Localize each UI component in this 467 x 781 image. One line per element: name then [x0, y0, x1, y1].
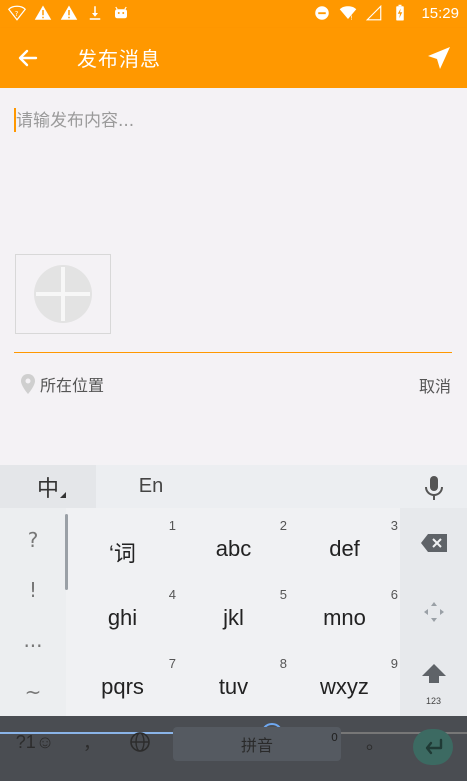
keyboard-toolbar: 中 En [0, 465, 467, 508]
key-number: 7 [168, 656, 176, 671]
soft-keyboard: 中 En ? ! ... ~ 1 ‘词 2 abc 3 def 4 ghi 5 jkl 6… [0, 465, 467, 781]
key-6[interactable]: 6 mno [289, 577, 400, 646]
input-divider [14, 352, 452, 353]
mode-chinese-label: 中 [36, 476, 59, 502]
key-number: 3 [390, 518, 398, 533]
post-content-input[interactable] [16, 106, 446, 136]
backspace-icon [420, 533, 447, 552]
arrow-up-icon [421, 663, 446, 683]
symbol-key[interactable]: ! [0, 578, 66, 602]
wifi-question-icon: ? [8, 5, 26, 21]
svg-text:?: ? [15, 10, 19, 18]
warning-icon [60, 5, 78, 20]
comma-key[interactable]: ， [72, 724, 112, 760]
symbol-key[interactable]: ~ [0, 680, 66, 704]
key-number: 6 [390, 587, 398, 602]
battery-charging-icon [396, 4, 405, 21]
key-number: 4 [168, 587, 176, 602]
symbols-emoji-key[interactable]: ?1☺ [10, 724, 60, 760]
location-label: 所在位置 [40, 376, 105, 395]
keyboard-bottom-row: ?1☺ ， 拼音 0 。 [0, 716, 467, 781]
key-label: tuv [218, 674, 249, 699]
space-key[interactable]: 拼音 [173, 727, 341, 761]
key-1[interactable]: 1 ‘词 [67, 508, 178, 577]
zero-label: 0 [331, 731, 338, 744]
key-label: pqrs [101, 674, 144, 699]
key-number: 1 [168, 518, 176, 533]
enter-icon [425, 738, 443, 755]
key-4[interactable]: 4 ghi [67, 577, 178, 646]
microphone-icon[interactable] [423, 475, 445, 501]
send-icon [428, 47, 450, 69]
location-pin-icon [21, 374, 35, 394]
t9-keypad: 1 ‘词 2 abc 3 def 4 ghi 5 jkl 6 mno 7 pqrs 8 tuv … [67, 508, 400, 716]
function-column: 123 [400, 508, 467, 716]
key-2[interactable]: 2 abc [178, 508, 289, 577]
symbol-column[interactable]: ? ! ... ~ [0, 508, 68, 716]
mode-dropdown-indicator [60, 492, 66, 498]
download-icon [89, 6, 101, 20]
enter-key[interactable] [413, 729, 453, 765]
compose-area: 所在位置 取消 [0, 88, 467, 465]
page-title: 发布消息 [77, 47, 161, 71]
cancel-location-button[interactable]: 取消 [419, 373, 451, 397]
cursor-move-key[interactable] [400, 577, 467, 646]
symbol-key[interactable]: ... [0, 628, 66, 652]
status-time: 15:29 [421, 4, 459, 22]
back-button[interactable] [12, 42, 44, 74]
mode-english-button[interactable]: En [96, 465, 206, 508]
add-image-button[interactable] [15, 254, 111, 334]
key-label: mno [323, 605, 366, 630]
do-not-disturb-icon [315, 6, 330, 20]
language-key[interactable] [122, 724, 158, 760]
key-label: jkl [223, 605, 244, 630]
key-number: 2 [279, 518, 287, 533]
number-switch-key[interactable]: 123 [400, 646, 467, 715]
key-label: ‘词 [109, 541, 136, 566]
key-8[interactable]: 8 tuv [178, 646, 289, 715]
period-key[interactable]: 。 [360, 724, 390, 760]
wifi-icon: ! [340, 6, 357, 22]
signal-icon [366, 4, 382, 21]
key-3[interactable]: 3 def [289, 508, 400, 577]
move-arrows-icon [423, 601, 444, 622]
arrow-back-icon [18, 49, 38, 67]
key-7[interactable]: 7 pqrs [67, 646, 178, 715]
location-selector[interactable]: 所在位置 [20, 372, 104, 396]
key-label: abc [215, 536, 252, 561]
key-number: 9 [390, 656, 398, 671]
key-number: 5 [279, 587, 287, 602]
android-icon [115, 6, 127, 19]
key-number: 8 [279, 656, 287, 671]
key-label: wxyz [320, 674, 369, 699]
symbol-key[interactable]: ? [0, 528, 66, 552]
warning-icon [34, 5, 52, 20]
key-5[interactable]: 5 jkl [178, 577, 289, 646]
app-bar: 发布消息 [0, 28, 467, 88]
key-label: ghi [107, 605, 138, 630]
number-switch-label: 123 [425, 696, 442, 706]
status-bar: ? ! 15:29 [0, 0, 467, 28]
backspace-key[interactable] [400, 508, 467, 577]
key-label: def [329, 536, 360, 561]
svg-text:!: ! [351, 15, 353, 22]
send-button[interactable] [423, 42, 455, 74]
globe-icon [130, 732, 150, 752]
mode-chinese-button[interactable]: 中 [0, 465, 96, 508]
key-9[interactable]: 9 wxyz [289, 646, 400, 715]
add-photo-placeholder-icon [34, 265, 92, 323]
